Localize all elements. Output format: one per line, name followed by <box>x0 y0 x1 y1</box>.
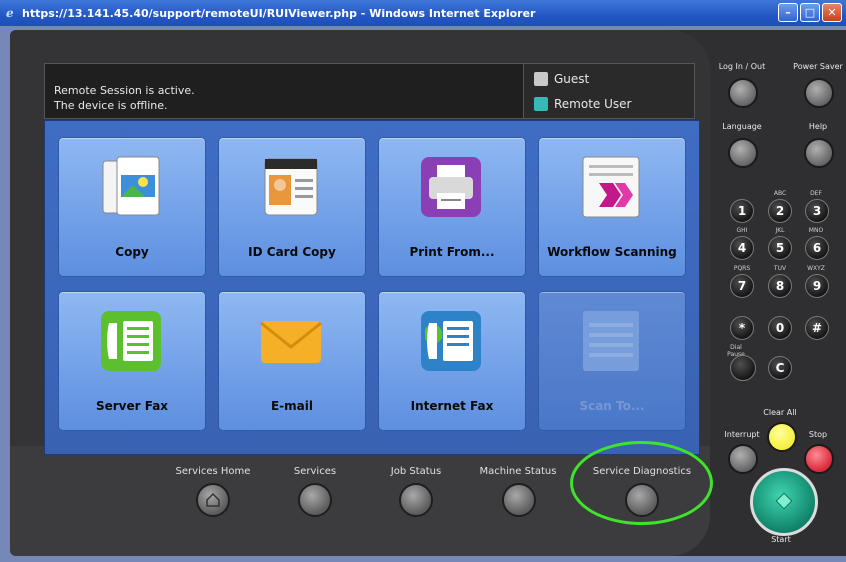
tile-copy[interactable]: Copy <box>58 137 206 277</box>
key-4[interactable]: 4 <box>730 236 754 260</box>
key-star[interactable]: * <box>730 316 754 340</box>
language-label: Language <box>722 122 762 131</box>
guest-label: Guest <box>554 72 590 86</box>
ie-icon: ℯ <box>6 6 14 20</box>
window-titlebar: ℯ https://13.141.45.40/support/remoteUI/… <box>0 0 846 26</box>
window-title: https://13.141.45.40/support/remoteUI/RU… <box>22 6 536 20</box>
key-7-sub: PQRS <box>733 265 751 272</box>
key-6[interactable]: 6 <box>805 236 829 260</box>
stop-button[interactable] <box>804 444 834 474</box>
user-area[interactable]: Guest Remote User <box>523 63 695 119</box>
services-home-button[interactable] <box>196 483 230 517</box>
highlight-ring <box>570 441 713 525</box>
key-hash[interactable]: # <box>805 316 829 340</box>
key-1[interactable]: 1 <box>730 199 754 223</box>
job-status-label: Job Status <box>390 466 442 477</box>
clear-all-label: Clear All <box>763 408 797 417</box>
key-5-sub: JKL <box>775 227 785 234</box>
tile-label: Workflow Scanning <box>547 245 677 259</box>
help-label: Help <box>808 122 828 131</box>
status-area: Remote Session is active. The device is … <box>44 63 524 119</box>
tile-scan-to: Scan To... <box>538 291 686 431</box>
stop-label: Stop <box>808 430 828 439</box>
close-button[interactable]: ✕ <box>822 3 842 22</box>
id-card-icon <box>264 158 318 216</box>
workflow-scan-icon <box>582 156 640 218</box>
remote-user-icon <box>534 97 548 111</box>
dial-pause-button[interactable] <box>730 355 756 381</box>
tile-workflow-scanning[interactable]: Workflow Scanning <box>538 137 686 277</box>
machine-status-label: Machine Status <box>479 466 557 477</box>
services-button[interactable] <box>298 483 332 517</box>
interrupt-button[interactable] <box>728 444 758 474</box>
start-icon <box>775 492 793 510</box>
start-button[interactable] <box>750 468 818 536</box>
key-4-sub: GHI <box>736 227 748 234</box>
tile-internet-fax[interactable]: Internet Fax <box>378 291 526 431</box>
key-9[interactable]: 9 <box>805 274 829 298</box>
login-logout-button[interactable] <box>728 78 758 108</box>
tile-e-mail[interactable]: E-mail <box>218 291 366 431</box>
key-3[interactable]: 3 <box>805 199 829 223</box>
remote-user-label: Remote User <box>554 97 632 111</box>
server-fax-icon <box>101 311 161 371</box>
key-8-sub: TUV <box>773 265 787 272</box>
key-6-sub: MNO <box>808 227 824 234</box>
login-label: Log In / Out <box>718 62 766 71</box>
key-8[interactable]: 8 <box>768 274 792 298</box>
start-label: Start <box>771 535 791 544</box>
guest-user-icon <box>534 72 548 86</box>
tile-label: Server Fax <box>95 399 169 413</box>
key-2-sub: ABC <box>773 190 787 197</box>
machine-status-button[interactable] <box>502 483 536 517</box>
key-c[interactable]: C <box>768 356 792 380</box>
printer-icon <box>421 157 481 217</box>
key-9-sub: WXYZ <box>807 265 825 272</box>
language-button[interactable] <box>728 138 758 168</box>
key-7[interactable]: 7 <box>730 274 754 298</box>
envelope-icon <box>260 321 322 363</box>
status-line-1: Remote Session is active. <box>54 84 195 97</box>
power-saver-button[interactable] <box>804 78 834 108</box>
minimize-button[interactable]: – <box>778 3 798 22</box>
tile-label: Internet Fax <box>410 399 494 413</box>
copy-icon <box>102 156 160 216</box>
key-5[interactable]: 5 <box>768 236 792 260</box>
tile-label: Print From... <box>409 245 495 259</box>
job-status-button[interactable] <box>399 483 433 517</box>
key-3-sub: DEF <box>810 190 822 197</box>
tile-label: Copy <box>115 245 149 259</box>
tile-label: Scan To... <box>579 399 645 413</box>
tile-print-from[interactable]: Print From... <box>378 137 526 277</box>
key-2[interactable]: 2 <box>768 199 792 223</box>
power-saver-label: Power Saver <box>793 62 843 71</box>
home-icon <box>206 492 220 507</box>
interrupt-label: Interrupt <box>724 430 760 439</box>
tile-label: E-mail <box>270 399 313 413</box>
maximize-button[interactable]: □ <box>800 3 820 22</box>
services-label: Services <box>293 466 337 477</box>
key-0[interactable]: 0 <box>768 316 792 340</box>
services-home-label: Services Home <box>175 466 251 477</box>
help-button[interactable] <box>804 138 834 168</box>
services-screen: Copy ID Card Copy Print From... Workflow… <box>44 120 700 455</box>
internet-fax-icon <box>421 311 481 371</box>
tile-id-card-copy[interactable]: ID Card Copy <box>218 137 366 277</box>
tile-label: ID Card Copy <box>248 245 336 259</box>
tile-server-fax[interactable]: Server Fax <box>58 291 206 431</box>
scan-to-icon <box>583 311 639 371</box>
status-line-2: The device is offline. <box>54 99 168 112</box>
